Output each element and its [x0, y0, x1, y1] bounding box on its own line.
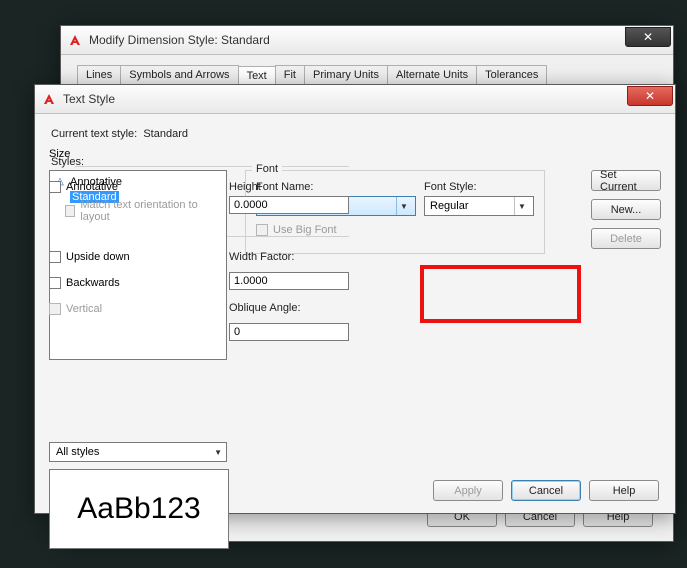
apply-button: Apply [433, 480, 503, 501]
titlebar-back[interactable]: Modify Dimension Style: Standard ✕ [61, 26, 673, 55]
checkbox-icon [65, 205, 75, 217]
style-filter-combo[interactable]: All styles ▼ [49, 442, 227, 462]
tab-bar: Lines Symbols and Arrows Text Fit Primar… [61, 55, 673, 85]
autocad-icon [41, 91, 57, 107]
annotative-checkbox[interactable]: Annotative [49, 181, 219, 193]
chevron-down-icon: ▼ [214, 448, 222, 457]
delete-button: Delete [591, 228, 661, 249]
height-label: Height [229, 181, 369, 193]
font-style-combo[interactable]: Regular ▼ [424, 196, 534, 216]
width-factor-input[interactable] [229, 272, 349, 290]
new-button[interactable]: New... [591, 199, 661, 220]
checkbox-icon [49, 181, 61, 193]
tab-symbols[interactable]: Symbols and Arrows [120, 65, 238, 84]
set-current-button[interactable]: Set Current [591, 170, 661, 191]
autocad-icon [67, 32, 83, 48]
checkbox-icon [256, 224, 268, 236]
font-style-label: Font Style: [424, 181, 534, 193]
match-orientation-checkbox: Match text orientation to layout [65, 199, 205, 223]
tab-alternate[interactable]: Alternate Units [387, 65, 477, 84]
close-button-back[interactable]: ✕ [625, 27, 671, 47]
oblique-angle-input[interactable] [229, 323, 349, 341]
oblique-angle-label: Oblique Angle: [229, 302, 359, 314]
window-title-back: Modify Dimension Style: Standard [89, 33, 625, 47]
current-style-value: Standard [143, 128, 188, 140]
tab-text[interactable]: Text [238, 66, 276, 85]
size-group: Size Annotative Match text orientation t… [49, 148, 349, 218]
titlebar-front[interactable]: Text Style ✕ [35, 85, 675, 114]
chevron-down-icon: ▼ [396, 197, 411, 215]
tab-primary[interactable]: Primary Units [304, 65, 388, 84]
backwards-checkbox[interactable]: Backwards [49, 277, 199, 289]
upside-down-checkbox[interactable]: Upside down [49, 251, 199, 263]
checkbox-icon [49, 277, 61, 289]
style-filter-value: All styles [56, 446, 99, 458]
highlight-annotation [420, 265, 581, 323]
vertical-checkbox: Vertical [49, 303, 199, 315]
use-big-font-checkbox: Use Big Font [256, 224, 416, 236]
tab-lines[interactable]: Lines [77, 65, 121, 84]
right-buttons: Set Current New... Delete [591, 170, 661, 249]
checkbox-icon [49, 303, 61, 315]
height-input[interactable] [229, 196, 349, 214]
help-button-front[interactable]: Help [589, 480, 659, 501]
cancel-button-front[interactable]: Cancel [511, 480, 581, 501]
current-style-label: Current text style: Standard [51, 128, 661, 140]
text-style-window: Text Style ✕ Current text style: Standar… [34, 84, 676, 514]
window-title-front: Text Style [63, 92, 627, 106]
tab-fit[interactable]: Fit [275, 65, 305, 84]
tab-tolerances[interactable]: Tolerances [476, 65, 547, 84]
front-bottom-buttons: Apply Cancel Help [433, 480, 659, 501]
checkbox-icon [49, 251, 61, 263]
font-preview: AaBb123 [49, 469, 229, 549]
width-factor-label: Width Factor: [229, 251, 359, 263]
chevron-down-icon: ▼ [514, 197, 529, 215]
close-button-front[interactable]: ✕ [627, 86, 673, 106]
